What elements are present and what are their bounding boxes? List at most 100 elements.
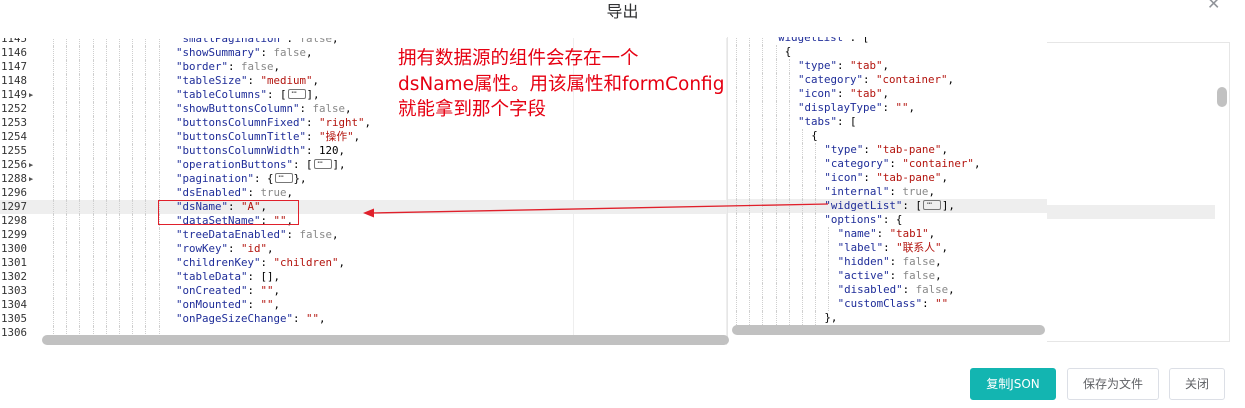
indent-guide: [788, 73, 790, 87]
indent-guide: [119, 46, 120, 60]
indent-guide: [736, 157, 737, 171]
indent-guide: [775, 241, 777, 255]
indent-guide: [119, 60, 120, 74]
fold-ellipsis-icon[interactable]: [313, 156, 332, 170]
code-token: "": [935, 297, 949, 310]
indent-guide: [145, 270, 147, 284]
fold-ellipsis-icon[interactable]: [274, 170, 293, 184]
indent-guide: [802, 129, 803, 143]
code-text: "onCreated": "",: [176, 284, 280, 298]
fold-ellipsis-icon[interactable]: [922, 197, 941, 211]
fold-arrow-icon[interactable]: ▶: [29, 172, 37, 186]
code-token: :: [922, 297, 936, 310]
fold-arrow-icon[interactable]: ▶: [29, 88, 37, 102]
code-token: true: [902, 185, 929, 198]
indent-guide: [105, 242, 107, 256]
indent-guide: [53, 256, 54, 270]
indent-guide: [815, 311, 817, 325]
line-number: 1298: [0, 214, 27, 227]
indent-guide: [79, 298, 81, 312]
indent-guide: [749, 283, 751, 297]
code-token: ,: [306, 46, 313, 59]
right-horizontal-scrollbar[interactable]: [732, 325, 1045, 335]
code-text: "icon": "tab",: [798, 87, 889, 101]
indent-guide: [79, 312, 81, 326]
code-token: : 120,: [306, 144, 346, 157]
code-text: "label": "联系人",: [838, 241, 948, 255]
code-token: "children": [273, 256, 339, 269]
code-token: "right": [319, 116, 365, 129]
dialog-title: 导出: [606, 2, 639, 21]
indent-guide: [762, 157, 764, 171]
indent-guide: [132, 312, 134, 326]
code-token: ],: [332, 158, 346, 171]
code-text: "category": "container",: [824, 157, 980, 171]
code-line: "category": "container",: [728, 157, 1047, 171]
line-number: 1256: [0, 158, 27, 171]
indent-guide: [105, 46, 107, 60]
code-token: :: [299, 102, 313, 115]
indent-guide: [158, 172, 160, 186]
indent-guide: [775, 283, 777, 297]
indent-guide: [762, 227, 764, 241]
code-token: :: [876, 227, 890, 240]
fold-ellipsis-icon[interactable]: [287, 86, 306, 100]
code-token: :: [902, 283, 916, 296]
code-token: :: [247, 284, 261, 297]
code-token: false: [915, 283, 949, 296]
indent-guide: [53, 312, 54, 326]
indent-guide: [92, 172, 94, 186]
code-line: "type": "tab-pane",: [728, 143, 1047, 157]
indent-guide: [762, 269, 764, 283]
indent-guide: [53, 144, 54, 158]
indent-guide: [145, 228, 147, 242]
indent-guide: [828, 227, 830, 241]
close-button[interactable]: 关闭: [1169, 368, 1225, 400]
code-text: {: [811, 129, 818, 143]
indent-guide: [145, 46, 147, 60]
indent-guide: [815, 171, 817, 185]
indent-guide: [66, 158, 68, 172]
dsname-highlight-box: [158, 200, 299, 225]
indent-guide: [158, 74, 160, 88]
code-text: {: [785, 45, 792, 59]
indent-guide: [736, 255, 737, 269]
code-token: "tab-pane": [876, 171, 942, 184]
code-token: :: [286, 228, 300, 241]
close-icon[interactable]: ✕: [1207, 0, 1223, 12]
indent-guide: [132, 88, 134, 102]
indent-guide: [788, 115, 790, 129]
code-line: 1288▶ "pagination": {},: [0, 170, 726, 186]
indent-guide: [79, 172, 81, 186]
indent-guide: [158, 228, 160, 242]
code-token: "childrenKey": [176, 256, 261, 269]
indent-guide: [92, 116, 94, 130]
indent-guide: [105, 270, 107, 284]
line-number: 1288: [0, 172, 27, 185]
copy-json-button[interactable]: 复制JSON: [970, 368, 1056, 400]
indent-guide: [66, 270, 68, 284]
code-text: "tableColumns": [],: [176, 86, 320, 102]
indent-guide: [105, 88, 107, 102]
code-token: ,: [908, 101, 916, 114]
indent-guide: [66, 228, 68, 242]
code-token: "displayType": [798, 101, 883, 114]
right-vertical-scrollbar[interactable]: [1217, 87, 1227, 107]
code-text: "buttonsColumnFixed": "right",: [176, 116, 371, 130]
line-number: 1146: [0, 46, 27, 59]
fold-arrow-icon[interactable]: ▶: [29, 158, 37, 172]
left-horizontal-scrollbar[interactable]: [42, 335, 729, 345]
indent-guide: [53, 200, 54, 214]
indent-guide: [145, 200, 147, 214]
code-token: "id": [241, 242, 268, 255]
indent-guide: [788, 213, 790, 227]
save-as-file-button[interactable]: 保存为文件: [1067, 368, 1159, 400]
indent-guide: [132, 172, 134, 186]
indent-guide: [158, 312, 160, 326]
indent-guide: [828, 241, 830, 255]
code-token: ,: [973, 157, 981, 170]
code-token: "icon": [798, 87, 838, 100]
indent-guide: [105, 102, 107, 116]
indent-guide: [53, 270, 54, 284]
indent-guide: [92, 270, 94, 284]
